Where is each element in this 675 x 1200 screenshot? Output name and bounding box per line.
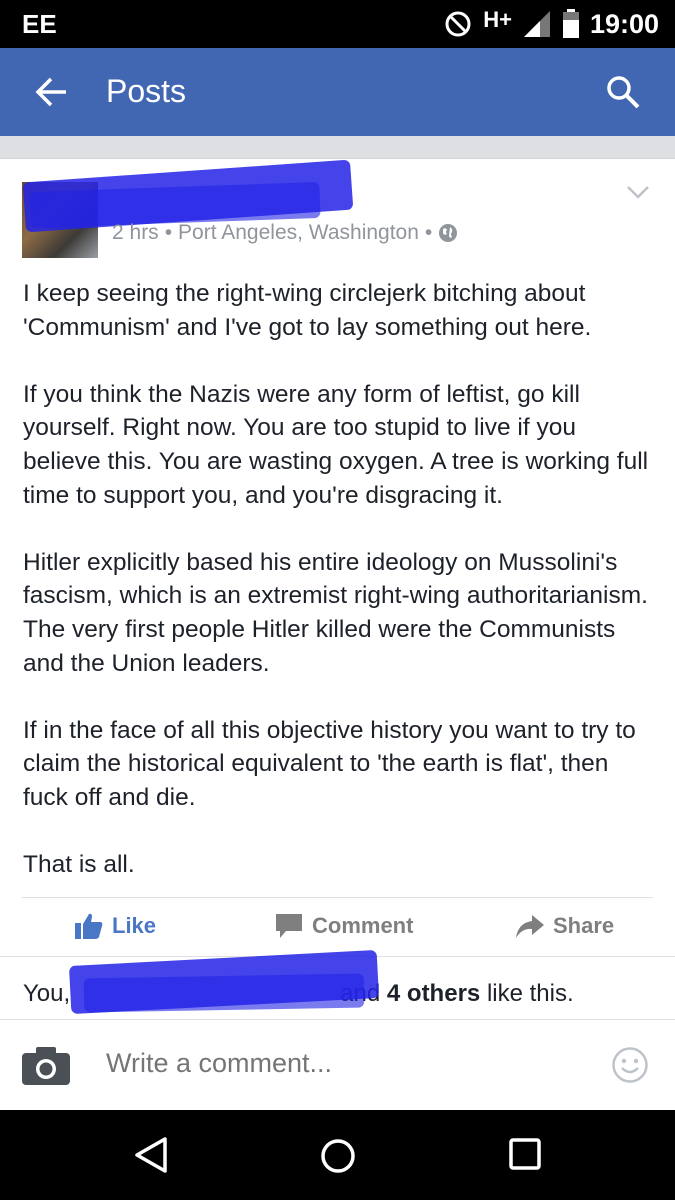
like-label: Like — [112, 913, 157, 938]
post-meta: 2 hrs • Port Angeles, Washington • — [112, 221, 458, 245]
redaction-mark — [83, 973, 365, 1013]
meta-separator: • — [424, 221, 433, 244]
back-arrow-icon[interactable] — [34, 74, 70, 110]
clock: 19:00 — [589, 8, 659, 39]
nav-home-icon[interactable] — [320, 1138, 356, 1174]
post-time[interactable]: 2 hrs — [112, 221, 159, 245]
system-nav-bar — [0, 1110, 675, 1200]
comment-input[interactable] — [106, 1048, 586, 1079]
network-label: H+ — [483, 7, 512, 32]
search-icon[interactable] — [605, 74, 641, 110]
post-paragraph: That is all. — [23, 851, 135, 879]
post-paragraph: Hitler explicitly based his entire ideol… — [23, 548, 648, 677]
status-bar: EE H+ 19:00 — [0, 0, 675, 48]
globe-icon — [439, 224, 458, 242]
nav-back-icon[interactable] — [133, 1136, 169, 1174]
post-paragraph: If in the face of all this objective his… — [23, 716, 636, 811]
nav-recent-apps-icon[interactable] — [509, 1138, 541, 1170]
meta-separator: • — [164, 221, 173, 244]
signal-icon — [523, 11, 550, 37]
post-location[interactable]: Port Angeles, Washington — [178, 221, 419, 245]
likes-suffix: like this. — [486, 980, 574, 1007]
share-label: Share — [553, 913, 615, 938]
smiley-icon[interactable] — [611, 1046, 649, 1084]
carrier-label: EE — [22, 9, 57, 39]
battery-icon — [562, 9, 579, 38]
post-paragraph: If you think the Nazis were any form of … — [23, 380, 649, 509]
post-paragraph: I keep seeing the right-wing circlejerk … — [23, 280, 592, 341]
comment-button[interactable]: Comment — [274, 912, 413, 940]
likes-others-count[interactable]: 4 others — [387, 980, 480, 1007]
comment-label: Comment — [312, 913, 414, 938]
divider — [0, 158, 675, 159]
post-actions: Like Comment Share — [0, 898, 675, 956]
comment-icon — [276, 914, 302, 938]
page-title: Posts — [106, 73, 187, 109]
share-button[interactable]: Share — [515, 912, 614, 940]
like-button[interactable]: Like — [74, 912, 156, 940]
status-icons: H+ 19:00 — [443, 6, 659, 42]
share-arrow-icon — [516, 915, 544, 938]
likes-prefix: You, — [23, 980, 71, 1007]
comment-composer — [0, 1020, 675, 1110]
feed-separator — [0, 136, 675, 158]
thumbs-up-icon — [75, 913, 103, 939]
app-bar: Posts — [0, 48, 675, 136]
camera-icon[interactable] — [22, 1047, 70, 1085]
no-disturb-icon — [445, 11, 471, 37]
post-text: I keep seeing the right-wing circlejerk … — [23, 277, 653, 915]
chevron-down-icon[interactable] — [625, 183, 651, 201]
